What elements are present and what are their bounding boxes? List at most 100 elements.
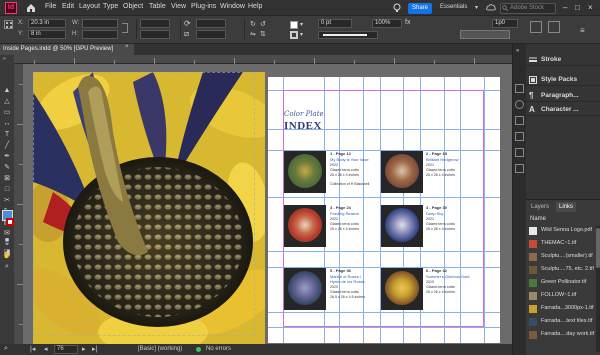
link-item[interactable]: Farrada...3000px-1.tif — [526, 304, 596, 314]
type-tool-icon[interactable]: T — [2, 130, 12, 139]
direct-selection-tool-icon[interactable]: △ — [2, 97, 12, 106]
stock-search-input[interactable]: Adobe Stock — [500, 3, 556, 14]
cloud-icon[interactable] — [486, 3, 496, 14]
line-tool-icon[interactable]: ╱ — [2, 141, 12, 150]
menu-view[interactable]: View — [171, 3, 186, 10]
plate-image-6[interactable] — [381, 268, 423, 310]
pages-panel-icon[interactable] — [515, 84, 524, 93]
menu-type[interactable]: Type — [103, 3, 118, 10]
close-tab-icon[interactable]: × — [125, 44, 129, 50]
links-scrollbar[interactable] — [596, 226, 600, 352]
shear-icon[interactable]: ⧄ — [184, 29, 189, 39]
stroke-swatch[interactable] — [290, 31, 298, 39]
panel-style-packs[interactable]: Style Packs — [526, 74, 600, 86]
rotate-icon[interactable]: ⟳ — [184, 19, 191, 28]
w-field[interactable] — [82, 19, 118, 28]
zoom-menu-icon[interactable]: ⌕ — [4, 345, 8, 353]
pen-tool-icon[interactable]: ✒ — [2, 152, 12, 161]
home-icon[interactable] — [25, 2, 37, 14]
reference-point-icon[interactable] — [4, 20, 13, 29]
workspace-switcher[interactable]: Essentials — [440, 4, 467, 10]
link-item[interactable]: Wild Senna Logo.pdf — [526, 226, 596, 236]
panel-stroke[interactable]: Stroke — [526, 54, 600, 66]
y-field[interactable]: 8 in — [28, 30, 66, 39]
x-field[interactable]: 20.3 in — [28, 19, 66, 28]
effects-fx-icon[interactable]: fx — [405, 19, 410, 26]
zoom-tool-icon[interactable]: ⌕ — [2, 262, 12, 271]
apply-color-icon[interactable]: ■ — [2, 236, 12, 245]
frame-fitting-buttons[interactable] — [460, 30, 510, 39]
link-item[interactable]: Farrada....text tiles.tif — [526, 317, 596, 327]
plate-image-2[interactable] — [381, 151, 423, 193]
menu-file[interactable]: File — [45, 3, 56, 10]
cc-libraries-panel-icon[interactable] — [515, 164, 524, 173]
right-page[interactable]: Color Plate INDEX 1 - Page 12 My Body is… — [268, 77, 500, 343]
shear-field[interactable] — [196, 30, 226, 39]
fill-swatch[interactable] — [290, 21, 298, 29]
link-item[interactable]: FOLLOW~1.tif — [526, 291, 596, 301]
menu-object[interactable]: Object — [123, 3, 143, 10]
menu-table[interactable]: Table — [149, 3, 166, 10]
rotate-90-ccw-icon[interactable]: ↺ — [260, 20, 266, 28]
rotate-field[interactable] — [196, 19, 226, 28]
chevron-down-icon[interactable]: ▾ — [300, 31, 303, 38]
constrain-proportions-icon[interactable] — [122, 23, 128, 33]
rectangle-frame-tool-icon[interactable]: ⊠ — [2, 174, 12, 183]
page-number-field[interactable]: 76 — [54, 345, 78, 354]
link-item[interactable]: Farrada....day work.tif — [526, 330, 596, 340]
pencil-tool-icon[interactable]: ✎ — [2, 163, 12, 172]
first-page-icon[interactable]: |◂ — [30, 345, 35, 353]
menu-plugins[interactable]: Plug-ins — [191, 3, 216, 10]
link-item[interactable]: Green Pollinator.tif — [526, 278, 596, 288]
gradient-panel-icon[interactable] — [515, 132, 524, 141]
text-wrap-icon[interactable] — [530, 21, 542, 33]
h-field[interactable] — [82, 30, 118, 39]
link-item[interactable]: Sculptu....75, etc. 2.tif — [526, 265, 596, 275]
lightbulb-icon[interactable] — [393, 3, 401, 15]
scissors-tool-icon[interactable]: ✂ — [2, 196, 12, 205]
plate-image-3[interactable] — [284, 205, 326, 247]
menu-window[interactable]: Window — [220, 3, 245, 10]
flip-vertical-icon[interactable]: ⇅ — [260, 30, 266, 38]
next-page-icon[interactable]: ▸ — [82, 345, 86, 353]
close-window-icon[interactable]: × — [588, 3, 593, 12]
plate-image-4[interactable] — [381, 205, 423, 247]
document-tab[interactable]: Inside Pages.indd @ 50% [GPU Preview] — [0, 44, 134, 55]
plate-image-1[interactable] — [284, 151, 326, 193]
rectangle-tool-icon[interactable]: □ — [2, 185, 12, 194]
expand-panels-icon[interactable]: « — [516, 48, 519, 54]
panel-menu-icon[interactable]: ≡ — [580, 26, 585, 35]
tab-layers[interactable]: Layers — [528, 202, 552, 212]
panel-paragraph[interactable]: ¶ Paragraph... — [526, 90, 600, 102]
effects-panel-icon[interactable] — [515, 148, 524, 157]
link-item[interactable]: THEMAC~1.tif — [526, 239, 596, 249]
gap-tool-icon[interactable]: ↔ — [2, 119, 12, 128]
horizontal-ruler[interactable] — [14, 55, 512, 64]
vertical-ruler[interactable] — [14, 64, 23, 344]
rotate-90-cw-icon[interactable]: ↻ — [250, 20, 256, 28]
panel-character[interactable]: A Character ... — [526, 104, 600, 116]
previous-page-icon[interactable]: ◂ — [44, 345, 48, 353]
stroke-type-dropdown[interactable] — [318, 31, 378, 39]
swatches-panel-icon[interactable] — [515, 100, 524, 109]
selection-tool-icon[interactable]: ▲ — [2, 86, 12, 95]
scale-x-field[interactable] — [140, 19, 170, 28]
minimize-icon[interactable]: – — [563, 3, 567, 12]
scale-y-field[interactable] — [140, 30, 170, 39]
last-page-icon[interactable]: ▸| — [92, 345, 97, 353]
menu-help[interactable]: Help — [248, 3, 262, 10]
share-button[interactable]: Share — [408, 3, 432, 14]
color-panel-icon[interactable] — [515, 116, 524, 125]
index-subtitle[interactable]: Color Plate — [284, 110, 324, 118]
chevron-down-icon[interactable]: ▾ — [475, 4, 478, 11]
collapse-toolbox-icon[interactable]: » — [3, 56, 6, 62]
index-title[interactable]: INDEX — [284, 120, 322, 132]
stroke-weight-field[interactable]: 0 pt — [318, 19, 352, 28]
links-column-name[interactable]: Name — [530, 216, 546, 222]
scale-step-field[interactable]: 1p0 — [492, 19, 518, 28]
stroke-color-swatch[interactable] — [6, 218, 14, 226]
tab-links[interactable]: Links — [556, 202, 577, 212]
object-style-icon[interactable] — [548, 21, 560, 33]
flip-horizontal-icon[interactable]: ⇋ — [250, 30, 256, 38]
menu-layout[interactable]: Layout — [79, 3, 100, 10]
